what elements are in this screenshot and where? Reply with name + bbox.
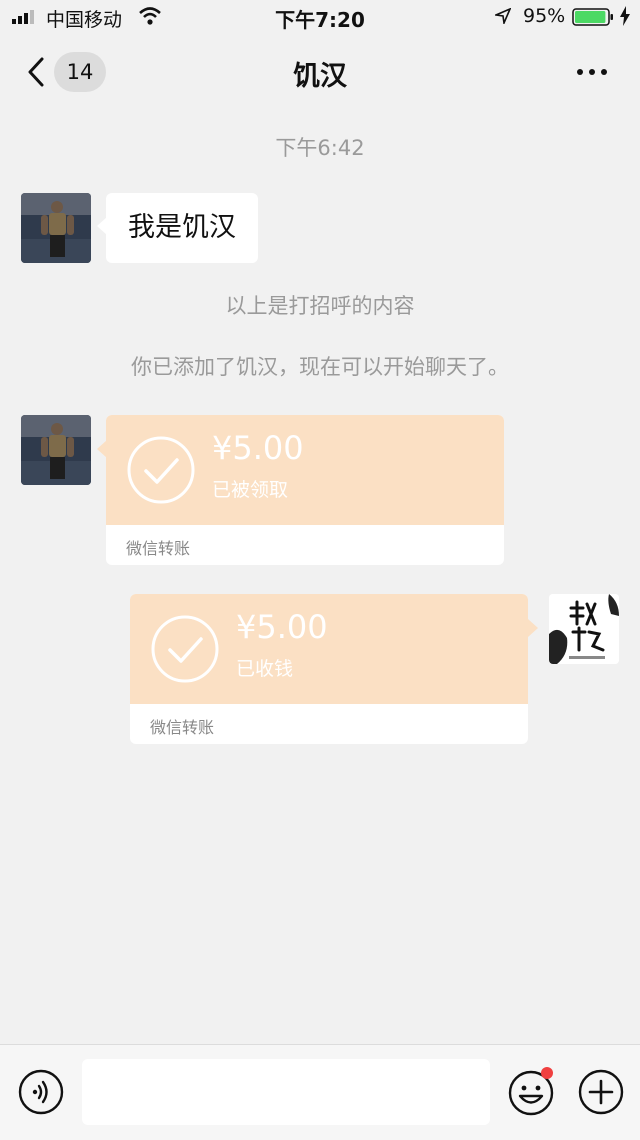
voice-icon[interactable] (18, 1069, 64, 1115)
contact-avatar-image (21, 415, 91, 485)
chat-title: 饥汉 (293, 61, 347, 92)
my-avatar-image (549, 594, 619, 664)
check-circle-icon (127, 436, 195, 504)
more-icon[interactable] (572, 60, 612, 84)
transfer-card[interactable]: ¥5.00 已收钱 微信转账 (130, 594, 528, 744)
transfer-card[interactable]: ¥5.00 已被领取 微信转账 (106, 415, 504, 565)
charging-icon (620, 6, 630, 26)
transfer-status: 已被领取 (212, 479, 289, 501)
message-input[interactable] (82, 1059, 490, 1125)
notification-dot (541, 1067, 553, 1079)
chat-header: 14 饥汉 (0, 44, 640, 100)
transfer-amount: ¥5.00 (212, 429, 304, 467)
input-bar (0, 1044, 640, 1140)
battery-icon (572, 8, 613, 26)
system-notice: 你已添加了饥汉，现在可以开始聊天了。 (131, 355, 509, 379)
location-icon (495, 8, 511, 24)
transfer-status: 已收钱 (236, 658, 294, 680)
transfer-amount: ¥5.00 (236, 608, 328, 646)
system-notice: 以上是打招呼的内容 (225, 294, 415, 318)
contact-avatar-image (21, 193, 91, 263)
transfer-footer: 微信转账 (126, 539, 191, 558)
bubble-tail (528, 619, 538, 637)
transfer-footer: 微信转账 (150, 718, 215, 737)
status-bar: 中国移动 下午7:20 95% (0, 0, 640, 36)
chat-timestamp: 下午6:42 (275, 136, 365, 160)
check-circle-icon (151, 615, 219, 683)
message-bubble[interactable]: 我是饥汉 (97, 193, 258, 263)
contact-avatar[interactable] (21, 415, 91, 485)
plus-icon[interactable] (578, 1069, 624, 1115)
my-avatar[interactable] (549, 594, 619, 664)
battery-percent: 95% (523, 5, 566, 27)
contact-avatar[interactable] (21, 193, 91, 263)
